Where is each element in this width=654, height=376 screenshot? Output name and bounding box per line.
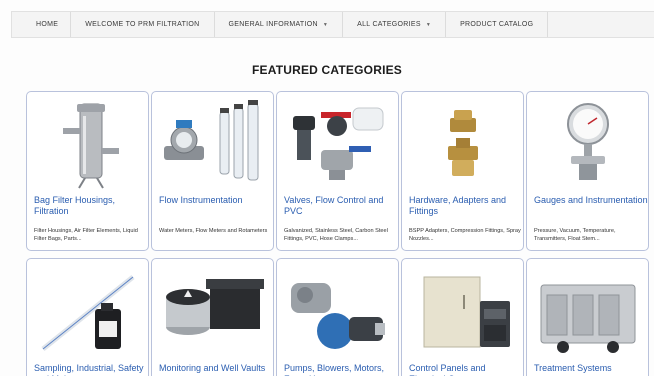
nav-product-catalog-label: PRODUCT CATALOG [460, 21, 534, 28]
category-card-pumps[interactable]: Pumps, Blowers, Motors, Fans, Heaters [276, 258, 399, 376]
category-description: Pressure, Vacuum, Temperature, Transmitt… [534, 228, 616, 242]
category-name[interactable]: Hardware, Adapters and Fittings [409, 195, 523, 217]
category-card-monitoring[interactable]: Monitoring and Well Vaults [151, 258, 274, 376]
brass-fittings-image [448, 110, 478, 176]
category-card-control-panels[interactable]: Control Panels and Electrical Components [401, 258, 524, 376]
nav-general-information-label: GENERAL INFORMATION [228, 21, 318, 28]
treatment-trailer-image [540, 284, 636, 353]
nav-welcome[interactable]: WELCOME TO PRM FILTRATION [71, 12, 215, 37]
sampling-tools-image [41, 275, 135, 351]
category-name[interactable]: Valves, Flow Control and PVC [284, 195, 398, 217]
category-card-sampling[interactable]: Sampling, Industrial, Safety and Mainten… [26, 258, 149, 376]
valves-image [293, 107, 384, 180]
chevron-down-icon: ▼ [425, 21, 432, 28]
category-name[interactable]: Bag Filter Housings, Filtration [34, 195, 148, 217]
bag-filter-housing-image [63, 103, 119, 189]
nav-home-label: HOME [36, 21, 59, 28]
category-description: Water Meters, Flow Meters and Rotameters [159, 228, 268, 234]
nav-all-categories[interactable]: ALL CATEGORIES ▼ [343, 12, 447, 37]
well-vault-image [166, 279, 264, 335]
nav-welcome-label: WELCOME TO PRM FILTRATION [85, 21, 200, 28]
category-description: Galvanized, Stainless Steel, Carbon Stee… [284, 228, 388, 242]
category-name[interactable]: Treatment Systems [534, 363, 648, 374]
category-card-bag-filter-housings[interactable]: Bag Filter Housings, Filtration Filter H… [26, 91, 149, 251]
category-description: Filter Housings, Air Filter Elements, Li… [34, 228, 138, 242]
chevron-down-icon: ▼ [322, 21, 329, 28]
category-name[interactable]: Flow Instrumentation [159, 195, 273, 206]
nav-general-information[interactable]: GENERAL INFORMATION ▼ [215, 12, 344, 37]
section-title: FEATURED CATEGORIES [251, 63, 403, 77]
top-navigation: HOME WELCOME TO PRM FILTRATION GENERAL I… [11, 11, 654, 38]
category-grid: Bag Filter Housings, Filtration Filter H… [26, 91, 650, 376]
category-name[interactable]: Monitoring and Well Vaults [159, 363, 273, 374]
pressure-gauge-image [567, 103, 609, 180]
page: HOME WELCOME TO PRM FILTRATION GENERAL I… [0, 0, 654, 376]
category-card-flow-instrumentation[interactable]: Flow Instrumentation Water Meters, Flow … [151, 91, 274, 251]
category-name[interactable]: Sampling, Industrial, Safety and Mainten… [34, 363, 148, 376]
category-card-gauges[interactable]: Gauges and Instrumentation Pressure, Vac… [526, 91, 649, 251]
nav-all-categories-label: ALL CATEGORIES [357, 21, 421, 28]
nav-home[interactable]: HOME [12, 12, 72, 37]
control-panel-image [423, 276, 510, 348]
flow-meter-image [164, 100, 259, 181]
category-card-valves[interactable]: Valves, Flow Control and PVC Galvanized,… [276, 91, 399, 251]
category-description: BSPP Adapters, Compression Fittings, Spr… [409, 228, 521, 242]
category-card-treatment-systems[interactable]: Treatment Systems [526, 258, 649, 376]
category-name[interactable]: Control Panels and Electrical Components [409, 363, 523, 376]
category-card-hardware[interactable]: Hardware, Adapters and Fittings BSPP Ada… [401, 91, 524, 251]
category-name[interactable]: Gauges and Instrumentation [534, 195, 648, 206]
nav-product-catalog[interactable]: PRODUCT CATALOG [446, 12, 549, 37]
pumps-blowers-image [291, 283, 385, 349]
category-name[interactable]: Pumps, Blowers, Motors, Fans, Heaters [284, 363, 398, 376]
